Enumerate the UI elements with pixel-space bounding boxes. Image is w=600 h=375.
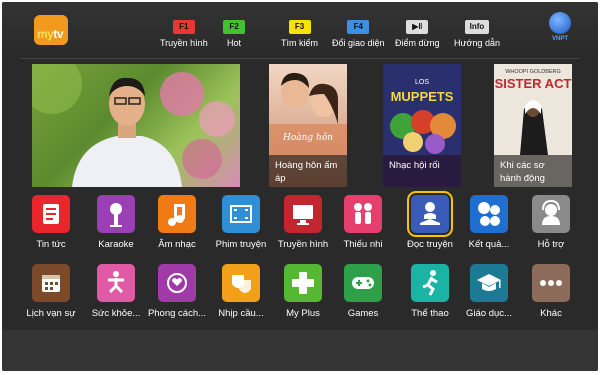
app-giao-duc[interactable]: Giáo dục... xyxy=(459,264,519,319)
app-phim-truyen[interactable]: Phim truyện xyxy=(211,195,271,250)
f3-key: F3 xyxy=(288,20,311,34)
featured-banner[interactable] xyxy=(32,64,240,187)
app-khac[interactable]: Khác xyxy=(521,264,581,319)
app-label: Truyền hình xyxy=(277,239,329,250)
microphone-icon xyxy=(97,195,135,233)
f3-search-button[interactable]: F3 Tìm kiếm xyxy=(281,14,318,48)
svg-text:WHOOPI GOLDBERG: WHOOPI GOLDBERG xyxy=(505,69,561,75)
app-label: Đọc truyện xyxy=(407,239,453,250)
svg-text:SISTER ACT: SISTER ACT xyxy=(495,76,572,91)
app-label: Phim truyện xyxy=(215,239,267,250)
vnpt-globe-icon xyxy=(549,12,571,34)
info-label: Hướng dẫn xyxy=(454,38,500,48)
app-ket-qua[interactable]: Kết quả... xyxy=(459,195,519,250)
svg-text:LOS: LOS xyxy=(415,79,429,86)
calendar-icon xyxy=(32,264,70,302)
f2-hot-button[interactable]: F2 Hot xyxy=(223,14,245,48)
plus-icon xyxy=(284,264,322,302)
app-doc-truyen[interactable]: Đọc truyện xyxy=(400,191,460,250)
support-icon xyxy=(532,195,570,233)
app-suc-khoe[interactable]: Sức khỏe... xyxy=(86,264,146,319)
f4-key: F4 xyxy=(347,20,370,34)
app-label: Thiếu nhi xyxy=(343,239,383,250)
app-label: My Plus xyxy=(286,308,320,319)
app-label: Games xyxy=(347,308,379,319)
poster-sister-act[interactable]: WHOOPI GOLDBERG SISTER ACT Khi các sơ hà… xyxy=(494,64,572,187)
bottom-bar xyxy=(2,330,598,371)
info-guide-button[interactable]: Info Hướng dẫn xyxy=(454,14,500,48)
children-icon xyxy=(344,195,382,233)
vnpt-label: VNPT xyxy=(551,36,568,42)
info-key: Info xyxy=(464,20,489,34)
poster-title: Hoàng hôn ấm áp xyxy=(269,155,347,187)
tv-home-screen: mytv F1 Truyền hình F2 Hot F3 Tìm kiếm F… xyxy=(2,2,598,371)
presenter-image xyxy=(32,64,235,187)
mytv-logo: mytv xyxy=(34,15,68,45)
f1-key: F1 xyxy=(172,20,195,34)
lottery-balls-icon xyxy=(470,195,508,233)
app-phong-cach[interactable]: Phong cách... xyxy=(147,264,207,319)
app-label: Kết quả... xyxy=(468,239,510,250)
app-truyen-hinh[interactable]: Truyền hình xyxy=(273,195,333,250)
poster-title: Khi các sơ hành động xyxy=(494,155,572,187)
poster-muppets[interactable]: LOS MUPPETS Nhạc hội rối xyxy=(383,64,461,187)
app-label: Âm nhạc xyxy=(158,239,196,250)
yoga-icon xyxy=(97,264,135,302)
app-label: Phong cách... xyxy=(147,308,207,319)
app-am-nhac[interactable]: Âm nhạc xyxy=(147,195,207,250)
svg-text:MUPPETS: MUPPETS xyxy=(391,89,454,104)
f4-label: Đổi giao diện xyxy=(332,38,385,48)
svg-text:Hoàng hôn: Hoàng hôn xyxy=(282,132,333,143)
reading-icon xyxy=(407,191,453,237)
play-pause-icon: ▶‖ xyxy=(406,20,429,34)
app-label: Khác xyxy=(540,308,562,319)
app-nhip-cau[interactable]: Nhịp cầu... xyxy=(211,264,271,319)
app-thieu-nhi[interactable]: Thiếu nhi xyxy=(333,195,393,250)
poster-image: Hoàng hôn xyxy=(269,72,347,155)
news-icon xyxy=(32,195,70,233)
f1-tv-button[interactable]: F1 Truyền hình xyxy=(160,14,208,48)
top-bar: mytv F1 Truyền hình F2 Hot F3 Tìm kiếm F… xyxy=(2,2,598,56)
app-label: Lịch vạn sự xyxy=(26,308,76,319)
app-ho-tro[interactable]: Hỗ trợ xyxy=(521,195,581,250)
poster-title: Nhạc hội rối xyxy=(383,155,461,187)
app-label: Nhịp cầu... xyxy=(218,308,264,319)
graduation-cap-icon xyxy=(470,264,508,302)
app-my-plus[interactable]: My Plus xyxy=(273,264,333,319)
app-label: Thể thao xyxy=(411,308,449,319)
app-the-thao[interactable]: Thể thao xyxy=(400,264,460,319)
header-divider xyxy=(20,58,580,59)
music-note-icon xyxy=(158,195,196,233)
tv-icon xyxy=(284,195,322,233)
theater-masks-icon xyxy=(222,264,260,302)
running-icon xyxy=(411,264,449,302)
more-icon xyxy=(532,264,570,302)
pause-point-label: Điểm dừng xyxy=(395,38,440,48)
app-lich-van-su[interactable]: Lịch vạn sự xyxy=(21,264,81,319)
pause-point-button[interactable]: ▶‖ Điểm dừng xyxy=(395,14,440,48)
f2-label: Hot xyxy=(226,38,241,48)
poster-image: LOS MUPPETS xyxy=(383,64,461,155)
gamepad-icon xyxy=(344,264,382,302)
f3-label: Tìm kiếm xyxy=(281,38,318,48)
poster-image: WHOOPI GOLDBERG SISTER ACT xyxy=(494,64,572,155)
app-label: Karaoke xyxy=(98,239,134,250)
film-icon xyxy=(222,195,260,233)
style-icon xyxy=(158,264,196,302)
vnpt-logo: VNPT xyxy=(545,12,575,42)
app-tin-tuc[interactable]: Tin tức xyxy=(21,195,81,250)
poster-hoang-hon[interactable]: Hoàng hôn Hoàng hôn ấm áp xyxy=(269,64,347,187)
app-label: Sức khỏe... xyxy=(91,308,141,319)
f1-label: Truyền hình xyxy=(160,38,208,48)
f2-key: F2 xyxy=(223,20,245,34)
app-label: Hỗ trợ xyxy=(537,239,565,250)
app-games[interactable]: Games xyxy=(333,264,393,319)
app-label: Giáo dục... xyxy=(466,308,512,319)
f4-theme-button[interactable]: F4 Đổi giao diện xyxy=(332,14,385,48)
app-label: Tin tức xyxy=(36,239,66,250)
app-karaoke[interactable]: Karaoke xyxy=(86,195,146,250)
